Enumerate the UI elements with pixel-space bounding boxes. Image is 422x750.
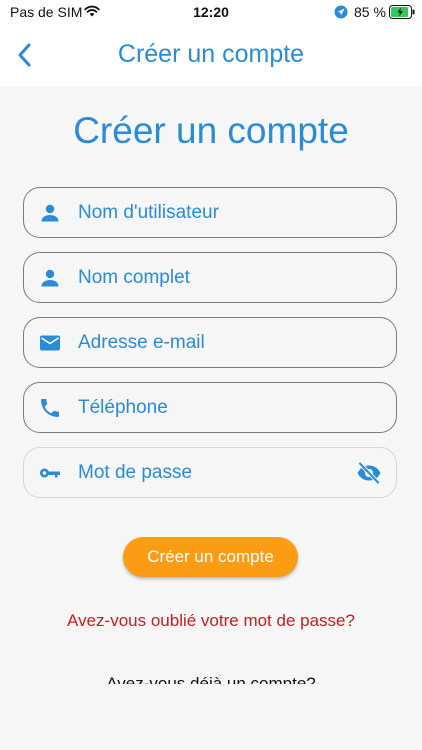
phone-field[interactable]: Téléphone (23, 382, 397, 433)
password-field[interactable]: Mot de passe (23, 447, 397, 498)
email-field[interactable]: Adresse e-mail (23, 317, 397, 368)
nav-title: Créer un compte (117, 40, 305, 68)
bottom-area (0, 686, 422, 750)
phone-placeholder: Téléphone (78, 397, 168, 418)
forgot-password-link[interactable]: Avez-vous oublié votre mot de passe? (0, 611, 422, 631)
login-link[interactable]: Avez-vous déjà un compte? (0, 674, 422, 684)
password-placeholder: Mot de passe (78, 462, 193, 483)
mail-icon (40, 335, 60, 351)
location-arrow-icon (334, 5, 348, 19)
full-name-field[interactable]: Nom complet (23, 252, 397, 303)
person-icon (41, 269, 59, 287)
email-placeholder: Adresse e-mail (78, 332, 205, 353)
battery-percent: 85 % (354, 4, 386, 20)
create-account-button[interactable]: Créer un compte (123, 537, 298, 577)
eye-off-icon[interactable] (356, 461, 382, 485)
status-bar: Pas de SIM 12:20 85 % (0, 0, 422, 24)
page-title: Créer un compte (73, 110, 349, 151)
battery-charging-icon (389, 5, 415, 19)
username-field[interactable]: Nom d'utilisateur (23, 187, 397, 238)
navigation-bar: Créer un compte (0, 24, 422, 86)
full-name-placeholder: Nom complet (78, 267, 190, 288)
phone-icon (41, 399, 59, 417)
key-icon (40, 468, 60, 478)
username-placeholder: Nom d'utilisateur (78, 202, 219, 223)
person-icon (41, 204, 59, 222)
